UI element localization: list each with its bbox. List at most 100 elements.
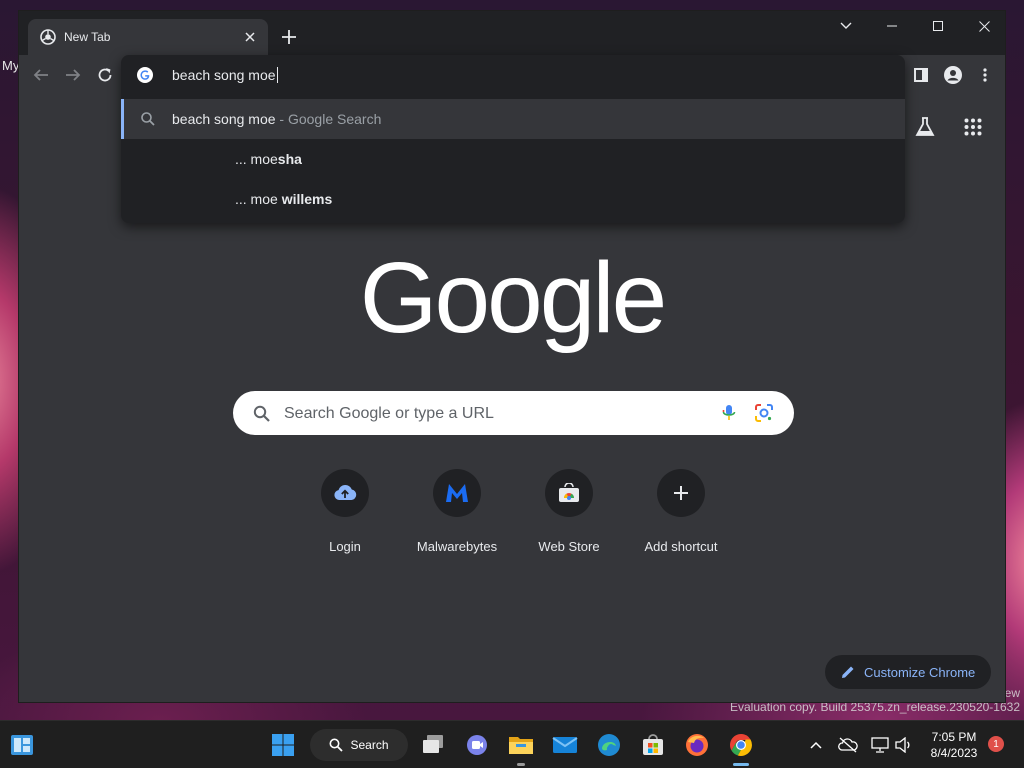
watermark-fragment: ew bbox=[1004, 686, 1020, 700]
minimize-button[interactable] bbox=[869, 11, 915, 41]
taskbar: Search 7:05 PM 8/4/2023 1 bbox=[0, 720, 1024, 768]
start-button[interactable] bbox=[267, 729, 299, 761]
back-button[interactable] bbox=[29, 63, 53, 87]
back-arrow-icon bbox=[33, 69, 48, 81]
new-tab-button[interactable] bbox=[277, 25, 301, 49]
onedrive-off-icon bbox=[838, 737, 858, 753]
suggestion-completion: willems bbox=[281, 191, 333, 207]
widgets-icon[interactable] bbox=[10, 733, 34, 757]
reload-icon bbox=[98, 68, 112, 82]
suggestion-search[interactable]: beach song moe - Google Search bbox=[121, 99, 905, 139]
google-lens-icon[interactable] bbox=[754, 403, 774, 423]
omnibox-value[interactable]: beach song moe bbox=[172, 67, 276, 83]
task-view-icon bbox=[423, 735, 443, 753]
apps-grid-icon bbox=[964, 118, 982, 136]
ntp-search-box[interactable]: Search Google or type a URL bbox=[233, 391, 794, 435]
chrome-icon bbox=[730, 734, 752, 756]
tab-search-button[interactable] bbox=[823, 11, 869, 41]
omnibox-input: beach song moe bbox=[172, 67, 278, 83]
mail-icon bbox=[552, 737, 578, 753]
kebab-menu-icon bbox=[983, 68, 987, 82]
text-caret bbox=[276, 67, 278, 83]
notification-badge[interactable]: 1 bbox=[988, 736, 1004, 752]
mail-button[interactable] bbox=[549, 729, 581, 761]
profile-button[interactable] bbox=[941, 63, 965, 87]
onedrive-button[interactable] bbox=[838, 735, 858, 755]
show-hidden-icons-button[interactable] bbox=[806, 735, 826, 755]
search-icon bbox=[329, 738, 344, 752]
google-g-icon bbox=[137, 67, 153, 83]
suggestion-description: - Google Search bbox=[275, 111, 382, 127]
volume-icon bbox=[895, 737, 910, 753]
chevron-down-icon bbox=[840, 22, 852, 29]
address-bar[interactable]: beach song moe bbox=[121, 55, 905, 95]
search-icon bbox=[253, 405, 270, 422]
file-explorer-button[interactable] bbox=[505, 729, 537, 766]
search-placeholder: Search Google or type a URL bbox=[284, 405, 494, 422]
close-icon[interactable] bbox=[242, 29, 258, 45]
file-explorer-icon bbox=[509, 737, 533, 754]
tab-title: New Tab bbox=[64, 30, 111, 44]
labs-button[interactable] bbox=[913, 115, 937, 139]
shortcut-web-store[interactable]: Web Store bbox=[513, 469, 625, 569]
suggestion-prefix: ... moe bbox=[235, 151, 278, 167]
forward-button[interactable] bbox=[61, 63, 85, 87]
plus-icon bbox=[282, 30, 296, 44]
customize-chrome-button[interactable]: Customize Chrome bbox=[825, 655, 991, 689]
task-view-button[interactable] bbox=[417, 729, 449, 761]
apps-button[interactable] bbox=[961, 115, 985, 139]
taskbar-search-label: Search bbox=[350, 738, 389, 752]
omnibox-popup: beach song moe beach song moe - Google S… bbox=[121, 55, 905, 223]
firefox-button[interactable] bbox=[681, 729, 713, 761]
search-icon bbox=[141, 112, 155, 126]
suggestion-completion: sha bbox=[277, 151, 302, 167]
network-button[interactable] bbox=[870, 735, 890, 755]
teams-chat-icon bbox=[467, 735, 487, 755]
suggestion-tail-1[interactable]: ... moesha bbox=[121, 139, 905, 179]
suggestion-tail-2[interactable]: ... moe willems bbox=[121, 179, 905, 219]
close-window-button[interactable] bbox=[961, 11, 1005, 41]
minimize-icon bbox=[887, 25, 897, 27]
microphone-icon[interactable] bbox=[719, 403, 739, 423]
side-panel-icon bbox=[914, 68, 928, 82]
profile-icon bbox=[944, 66, 962, 84]
running-indicator bbox=[517, 763, 525, 766]
cloud-upload-icon bbox=[334, 484, 357, 500]
system-clock[interactable]: 7:05 PM 8/4/2023 bbox=[924, 729, 984, 761]
malwarebytes-icon bbox=[446, 484, 468, 502]
reload-button[interactable] bbox=[93, 63, 117, 87]
suggestion-prefix: ... moe bbox=[235, 191, 282, 207]
shortcut-login[interactable]: Login bbox=[289, 469, 401, 569]
maximize-icon bbox=[933, 21, 943, 31]
chrome-taskbar-button[interactable] bbox=[725, 729, 757, 766]
network-icon bbox=[871, 737, 889, 753]
clock-time: 7:05 PM bbox=[931, 730, 977, 744]
shortcut-label: Malwarebytes bbox=[416, 539, 498, 554]
shortcut-add[interactable]: Add shortcut bbox=[625, 469, 737, 569]
tab-new-tab[interactable]: New Tab bbox=[28, 19, 268, 55]
firefox-icon bbox=[686, 734, 708, 756]
shortcut-malwarebytes[interactable]: Malwarebytes bbox=[401, 469, 513, 569]
chat-button[interactable] bbox=[461, 729, 493, 761]
store-icon bbox=[643, 734, 663, 755]
side-panel-button[interactable] bbox=[909, 63, 933, 87]
shortcuts-grid: Login Malwarebytes Web Store Add shortcu… bbox=[289, 469, 737, 569]
store-button[interactable] bbox=[637, 729, 669, 761]
edge-icon bbox=[598, 734, 620, 756]
menu-button[interactable] bbox=[973, 63, 997, 87]
start-icon bbox=[272, 734, 294, 756]
taskbar-search[interactable]: Search bbox=[310, 729, 408, 761]
volume-button[interactable] bbox=[894, 735, 914, 755]
shortcut-label: Login bbox=[329, 539, 361, 554]
shortcut-tile bbox=[433, 469, 481, 517]
edge-button[interactable] bbox=[593, 729, 625, 761]
web-store-icon bbox=[559, 483, 579, 502]
shortcut-tile bbox=[545, 469, 593, 517]
maximize-button[interactable] bbox=[915, 11, 961, 41]
active-indicator bbox=[733, 763, 749, 766]
shortcut-tile bbox=[657, 469, 705, 517]
labs-flask-icon bbox=[915, 117, 935, 136]
desktop-icon-label[interactable]: My bbox=[2, 58, 19, 73]
close-icon bbox=[978, 20, 990, 32]
clock-date: 8/4/2023 bbox=[930, 746, 978, 760]
